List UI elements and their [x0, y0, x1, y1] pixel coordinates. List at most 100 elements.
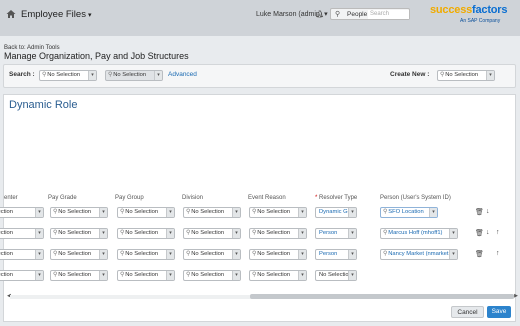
trash-icon[interactable]: 🗑︎ [475, 250, 484, 258]
row-select[interactable]: ⚲No Selection ▾ [183, 270, 241, 281]
people-search: ⚲ People Search [330, 8, 410, 20]
resolver-type-select[interactable]: No Selection ▾ [315, 270, 357, 281]
chevron-down-icon: ▾ [298, 208, 306, 217]
logo-main: success [430, 4, 473, 16]
trash-icon[interactable]: 🗑︎ [475, 208, 484, 216]
scroll-right-icon[interactable]: ▶ [514, 293, 518, 299]
cancel-button[interactable]: Cancel [451, 306, 484, 318]
search-value-select[interactable]: ⚲No Selection ▾ [105, 70, 163, 81]
search-scope-label[interactable]: People [347, 11, 367, 18]
person-select[interactable]: ⚲SFO Location ▾ [380, 207, 438, 218]
logo-accent: factors [472, 4, 508, 16]
create-new-select[interactable]: ⚲No Selection ▾ [437, 70, 495, 81]
row-select[interactable]: ⚲No Selection ▾ [50, 207, 108, 218]
row-select[interactable]: ⚲No Selection ▾ [249, 207, 307, 218]
panel-title: Dynamic Role [9, 99, 78, 111]
save-button[interactable]: Save [487, 306, 511, 318]
select-value: No Selection [125, 209, 159, 215]
resolver-type-select[interactable]: Dynamic Group ▾ [315, 207, 357, 218]
select-value: No Selection [191, 230, 225, 236]
chevron-down-icon: ▾ [232, 271, 240, 280]
row-select[interactable]: ⚲No Selection ▾ [50, 228, 108, 239]
row-select[interactable]: ⚲No Selection ▾ [183, 249, 241, 260]
chevron-down-icon: ▾ [35, 271, 43, 280]
row-select[interactable]: ⚲No Selection ▾ [50, 270, 108, 281]
person-select[interactable]: ⚲Marcus Hoff (mhoff1) ▾ [380, 228, 458, 239]
search-icon: ⚲ [108, 72, 113, 78]
search-icon: ⚲ [53, 230, 58, 236]
search-input[interactable]: Search [368, 10, 409, 19]
column-header-person: Person (User's System ID) [380, 195, 451, 201]
select-value: No Selection [58, 230, 92, 236]
row-select[interactable]: ⚲No Selection ▾ [249, 249, 307, 260]
row-select[interactable]: ⚲No Selection ▾ [117, 249, 175, 260]
horizontal-scrollbar[interactable]: ◀ ▶ [7, 293, 518, 299]
chevron-down-icon: ▾ [99, 271, 107, 280]
move-up-icon[interactable]: ↑ [496, 229, 500, 236]
select-value: No Selection [257, 230, 291, 236]
select-value: No Selection [58, 272, 92, 278]
chevron-down-icon: ▾ [298, 229, 306, 238]
scrollbar-thumb[interactable] [250, 294, 514, 299]
row-select[interactable]: ⚲No Selection ▾ [249, 228, 307, 239]
row-select[interactable]: ⚲No Selection ▾ [117, 207, 175, 218]
row-select[interactable]: election ▾ [0, 270, 44, 281]
search-icon: ⚲ [440, 72, 445, 78]
home-icon[interactable] [6, 9, 16, 19]
bell-icon[interactable]: 🔔︎ [315, 10, 324, 18]
row-select[interactable]: ⚲No Selection ▾ [249, 270, 307, 281]
person-select[interactable]: ⚲Nancy Market (nmarket1) ▾ [380, 249, 458, 260]
row-select[interactable]: ⚲No Selection ▾ [117, 228, 175, 239]
select-value: Person [319, 251, 338, 257]
chevron-down-icon: ▾ [87, 12, 92, 19]
search-icon: ⚲ [383, 251, 388, 257]
row-select[interactable]: ⚲No Selection ▾ [50, 249, 108, 260]
select-value: No Selection [319, 272, 352, 278]
search-icon: ⚲ [383, 209, 388, 215]
search-icon: ⚲ [252, 272, 257, 278]
search-icon: ⚲ [335, 11, 341, 18]
trash-icon[interactable]: 🗑︎ [475, 229, 484, 237]
column-header-pay-grade: Pay Grade [48, 195, 77, 201]
move-down-icon[interactable]: ↓ [486, 208, 490, 215]
row-select[interactable]: ⚲No Selection ▾ [183, 207, 241, 218]
column-header-pay-group: Pay Group [115, 195, 144, 201]
chevron-down-icon: ▾ [449, 250, 457, 259]
chevron-down-icon: ▾ [35, 229, 43, 238]
user-name: Luke Marson (admin) [256, 11, 323, 18]
search-icon: ⚲ [252, 209, 257, 215]
row-select[interactable]: election ▾ [0, 207, 44, 218]
app-name: Employee Files [21, 9, 86, 20]
search-icon: ⚲ [252, 251, 257, 257]
logo-tagline: An SAP Company [460, 18, 501, 24]
resolver-type-select[interactable]: Person ▾ [315, 228, 357, 239]
chevron-down-icon: ▾ [429, 208, 437, 217]
row-select[interactable]: election ▾ [0, 249, 44, 260]
search-type-select[interactable]: ⚲No Selection ▾ [39, 70, 97, 81]
chevron-down-icon: ▾ [298, 271, 306, 280]
chevron-down-icon: ▾ [166, 250, 174, 259]
row-select[interactable]: election ▾ [0, 228, 44, 239]
successfactors-logo: successfactors An SAP Company [430, 4, 508, 24]
chevron-down-icon: ▾ [99, 229, 107, 238]
advanced-link[interactable]: Advanced [168, 71, 197, 78]
move-up-icon[interactable]: ↑ [496, 250, 500, 257]
search-label: Search : [9, 71, 35, 78]
select-value: No Selection [257, 251, 291, 257]
search-icon: ⚲ [53, 272, 58, 278]
select-value: No Selection [47, 72, 81, 78]
column-header-center: enter [4, 195, 18, 201]
chevron-down-icon: ▾ [154, 71, 162, 80]
chevron-down-icon: ▾ [166, 208, 174, 217]
search-icon: ⚲ [120, 209, 125, 215]
app-menu[interactable]: Employee Files ▾ [21, 9, 91, 20]
select-value: election [0, 272, 13, 278]
search-icon: ⚲ [186, 272, 191, 278]
column-header-event-reason: Event Reason [248, 195, 286, 201]
row-select[interactable]: ⚲No Selection ▾ [183, 228, 241, 239]
dynamic-role-panel: Dynamic Role enter Pay Grade Pay Group D… [0, 94, 518, 322]
row-select[interactable]: ⚲No Selection ▾ [117, 270, 175, 281]
select-value: No Selection [125, 272, 159, 278]
move-down-icon[interactable]: ↓ [486, 229, 490, 236]
resolver-type-select[interactable]: Person ▾ [315, 249, 357, 260]
